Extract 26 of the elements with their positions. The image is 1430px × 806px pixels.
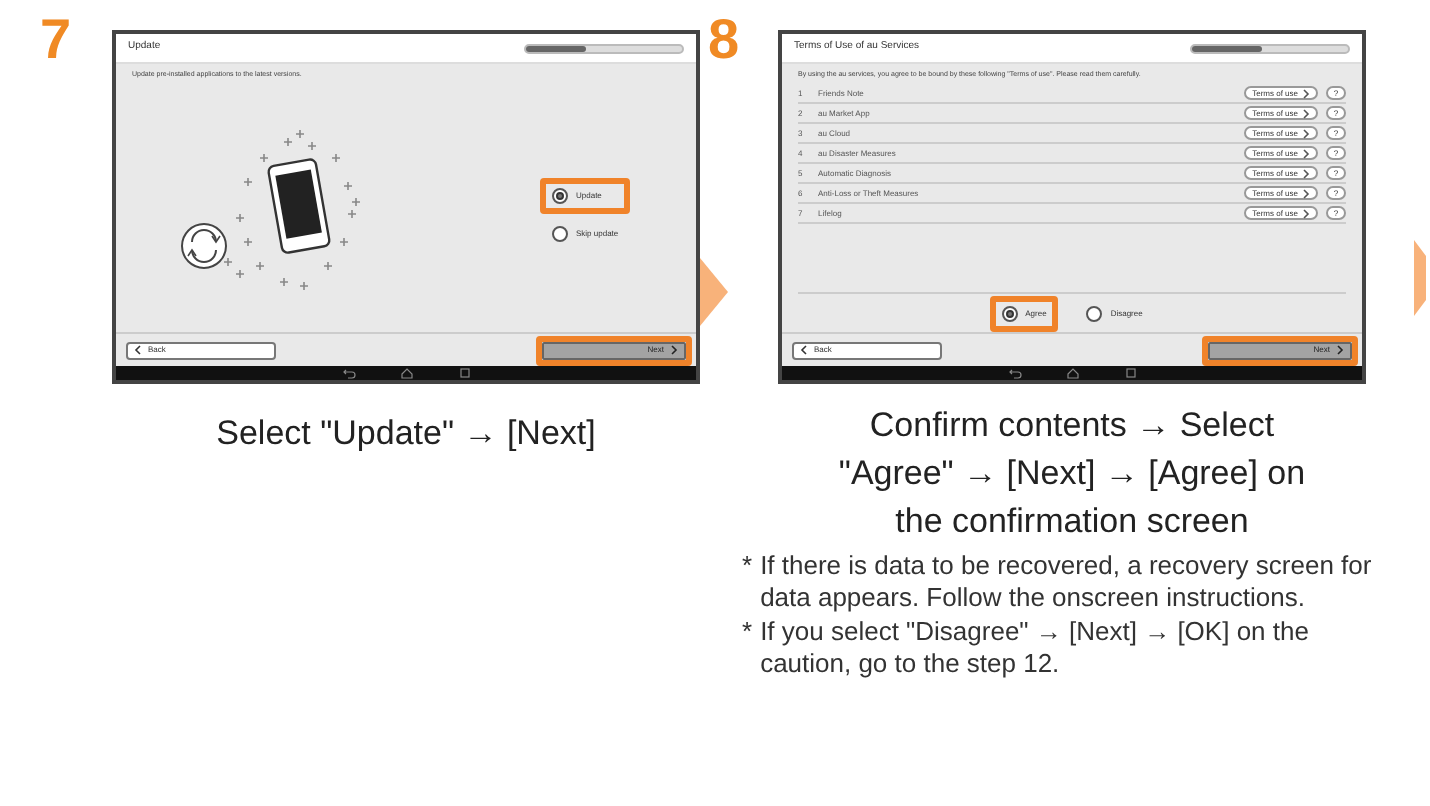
step-number: 8 [706,6,742,68]
recent-apps-icon [1123,366,1137,380]
note-text: If there is data to be recovered, a recovery screen for data appears. Follow the onscreen instructions. [760,550,1374,614]
chevron-arrow-icon [1414,240,1426,316]
chevron-right-icon [1336,344,1344,356]
radio-button[interactable] [552,187,568,204]
caption-text: the confirmation screen [895,500,1249,544]
back-icon [1007,366,1021,380]
step-number: 7 [40,6,74,68]
radio-button[interactable] [1086,306,1103,322]
note-text: If you select "Disagree" → [Next] → [OK] on the caution, go to the step 12. [760,616,1311,680]
caption-text: Select "Update" → [Next] [216,412,596,456]
chevron-right-icon [670,344,678,356]
chevron-arrow-icon [700,258,728,326]
radio-button[interactable] [1001,306,1018,322]
recent-apps-icon [457,366,471,380]
note-mark: * [742,616,753,650]
chevron-left-icon [800,344,808,356]
back-icon [341,366,355,380]
chevron-left-icon [134,344,142,356]
home-icon [1065,366,1079,380]
home-icon [399,366,413,380]
caption-text: "Agree" → [Next] → [Agree] on [838,452,1306,496]
note-mark: * [742,550,753,584]
caption-text: Confirm contents → Select [869,404,1275,448]
radio-button[interactable] [552,225,568,242]
